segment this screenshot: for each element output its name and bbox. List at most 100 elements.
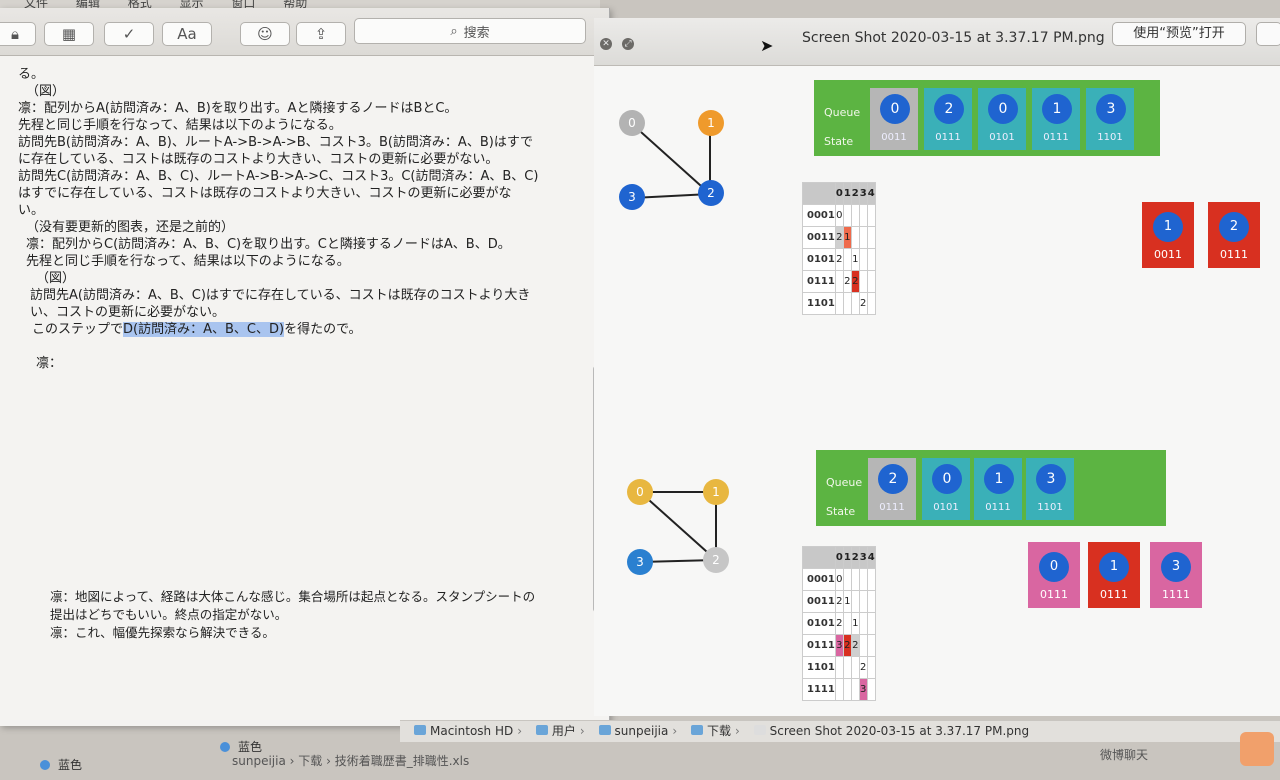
path-item[interactable]: 技術着職歴書_排職性.xls [335,754,470,768]
text-line: 凛： [36,356,63,371]
queue-state: 0111 [1043,132,1069,143]
table-cell [850,292,860,315]
table-cell [842,656,852,679]
card-state: 0111 [1100,588,1128,601]
path-item[interactable]: Macintosh HD [430,724,513,738]
path-item[interactable]: Screen Shot 2020-03-15 at 3.37.17 PM.png [770,724,1029,738]
graph-edges-bottom [639,491,717,563]
col-header: 2 [850,182,860,205]
path-item[interactable]: sunpeijia [615,724,669,738]
chevron-right-icon: › [579,724,585,738]
menu-view[interactable]: 显示 [180,0,204,8]
text-line: る。 [18,67,45,82]
path-item[interactable]: 用户 [552,724,576,738]
tag-label[interactable]: 蓝色 [58,758,82,772]
queue-state: 0101 [933,502,959,513]
text-editor-window: 🔒︎ ▦ ✓ Aa ☺ ⇪ ⌕ 搜索 る。 （図） 凛：配列からA(訪問済み：A… [0,8,610,726]
share-icon[interactable] [1256,22,1280,46]
queue-state: 0111 [935,132,961,143]
table-cell [858,612,868,635]
queue-state-panel: Queue State 0 0011 2 0111 0 0101 1 0111 3 110… [814,80,1160,156]
table-button[interactable]: ▦ [44,22,94,46]
queue-node: 3 [1096,94,1126,124]
home-icon [598,725,611,735]
share-icon: ⇪ [314,25,328,43]
table-row: 0111 3 2 2 [802,634,876,657]
path-item[interactable]: 下载 [707,724,731,738]
chevron-right-icon: › [517,724,523,738]
chat-label[interactable]: 微博聊天 [1100,746,1148,763]
text-line: 訪問先B(訪問済み：A、B)、ルートA->B->A->B、コスト3。B(訪問済み… [18,135,533,150]
queue-item: 2 0111 [924,88,972,150]
table-cell [850,568,860,591]
table-cell [858,248,868,271]
queue-item: 0 0011 [870,88,918,150]
open-with-preview-button[interactable]: 使用“预览”打开 [1112,22,1246,46]
text-line: （図） [26,84,66,99]
collaborate-button[interactable]: ☺ [240,22,290,46]
state-card: 3 1111 [1150,542,1202,608]
graph-node: 2 [703,547,729,573]
row-header: 0001 [802,568,836,591]
queue-item: 0 0101 [922,458,970,520]
text-line: 先程と同じ手順を行なって、結果は以下のようになる。 [18,118,342,133]
col-header: 3 [858,182,868,205]
chat-bubble-icon[interactable] [1240,732,1274,766]
share-button[interactable]: ⇪ [296,22,346,46]
menu-edit[interactable]: 编辑 [76,0,100,8]
queue-state: 0111 [879,502,905,513]
table-cell [858,226,868,249]
card-node: 3 [1161,552,1191,582]
table-row: 1101 2 [802,292,876,315]
row-header: 0101 [802,612,836,635]
table-row: 0101 2 1 [802,612,876,635]
state-card: 2 0111 [1208,202,1260,268]
menu-format[interactable]: 格式 [128,0,152,8]
table-row: 1101 2 [802,656,876,679]
queue-item: 2 0111 [868,458,916,520]
path-item[interactable]: sunpeijia [232,754,286,768]
table-cell [842,248,852,271]
background-window-bar: 蓝色 [40,756,82,773]
tag-dot-icon [220,742,230,752]
selected-text[interactable]: D(訪問済み：A、B、C、D) [123,322,285,337]
table-cell [866,678,876,701]
note-text-body[interactable]: る。 （図） 凛：配列からA(訪問済み：A、B)を取り出す。Aと隣接するノードは… [18,66,578,372]
text-line: 先程と同じ手順を行なって、結果は以下のようになる。 [26,254,350,269]
table-cell [858,568,868,591]
table-row: 0001 0 [802,568,876,591]
mouse-cursor-icon: ➤ [760,36,774,55]
folder-icon [535,725,548,735]
zoom-icon[interactable]: ⤢ [622,38,634,50]
path-item[interactable]: 下载 [298,754,322,768]
lock-button[interactable]: 🔒︎ [0,22,36,46]
menu-file[interactable]: 文件 [24,0,48,8]
queue-item: 1 0111 [1032,88,1080,150]
table-cell: 0 [834,204,844,227]
queue-node: 2 [934,94,964,124]
table-cell [858,270,868,293]
menu-window[interactable]: 窗口 [231,0,255,8]
queue-node: 1 [1042,94,1072,124]
font-button[interactable]: Aa [162,22,212,46]
table-cell: 2 [834,612,844,635]
table-cell [842,292,852,315]
checklist-button[interactable]: ✓ [104,22,154,46]
table-cell [850,678,860,701]
table-cell [850,226,860,249]
row-header: 1101 [802,656,836,679]
queue-node: 0 [932,464,962,494]
queue-node: 3 [1036,464,1066,494]
table-row: 0011 2 1 [802,226,876,249]
card-node: 1 [1153,212,1183,242]
text-line: このステップでD(訪問済み：A、B、C、D)を得たので。 [18,321,578,338]
table-cell: 2 [834,590,844,613]
table-cell: 1 [850,612,860,635]
menu-help[interactable]: 帮助 [283,0,307,8]
col-header: 3 [858,546,868,569]
text-post: を得たので。 [284,322,362,337]
close-icon[interactable]: ✕ [600,38,612,50]
search-field[interactable]: ⌕ 搜索 [354,18,586,44]
table-cell [858,590,868,613]
col-header: 1 [842,546,852,569]
